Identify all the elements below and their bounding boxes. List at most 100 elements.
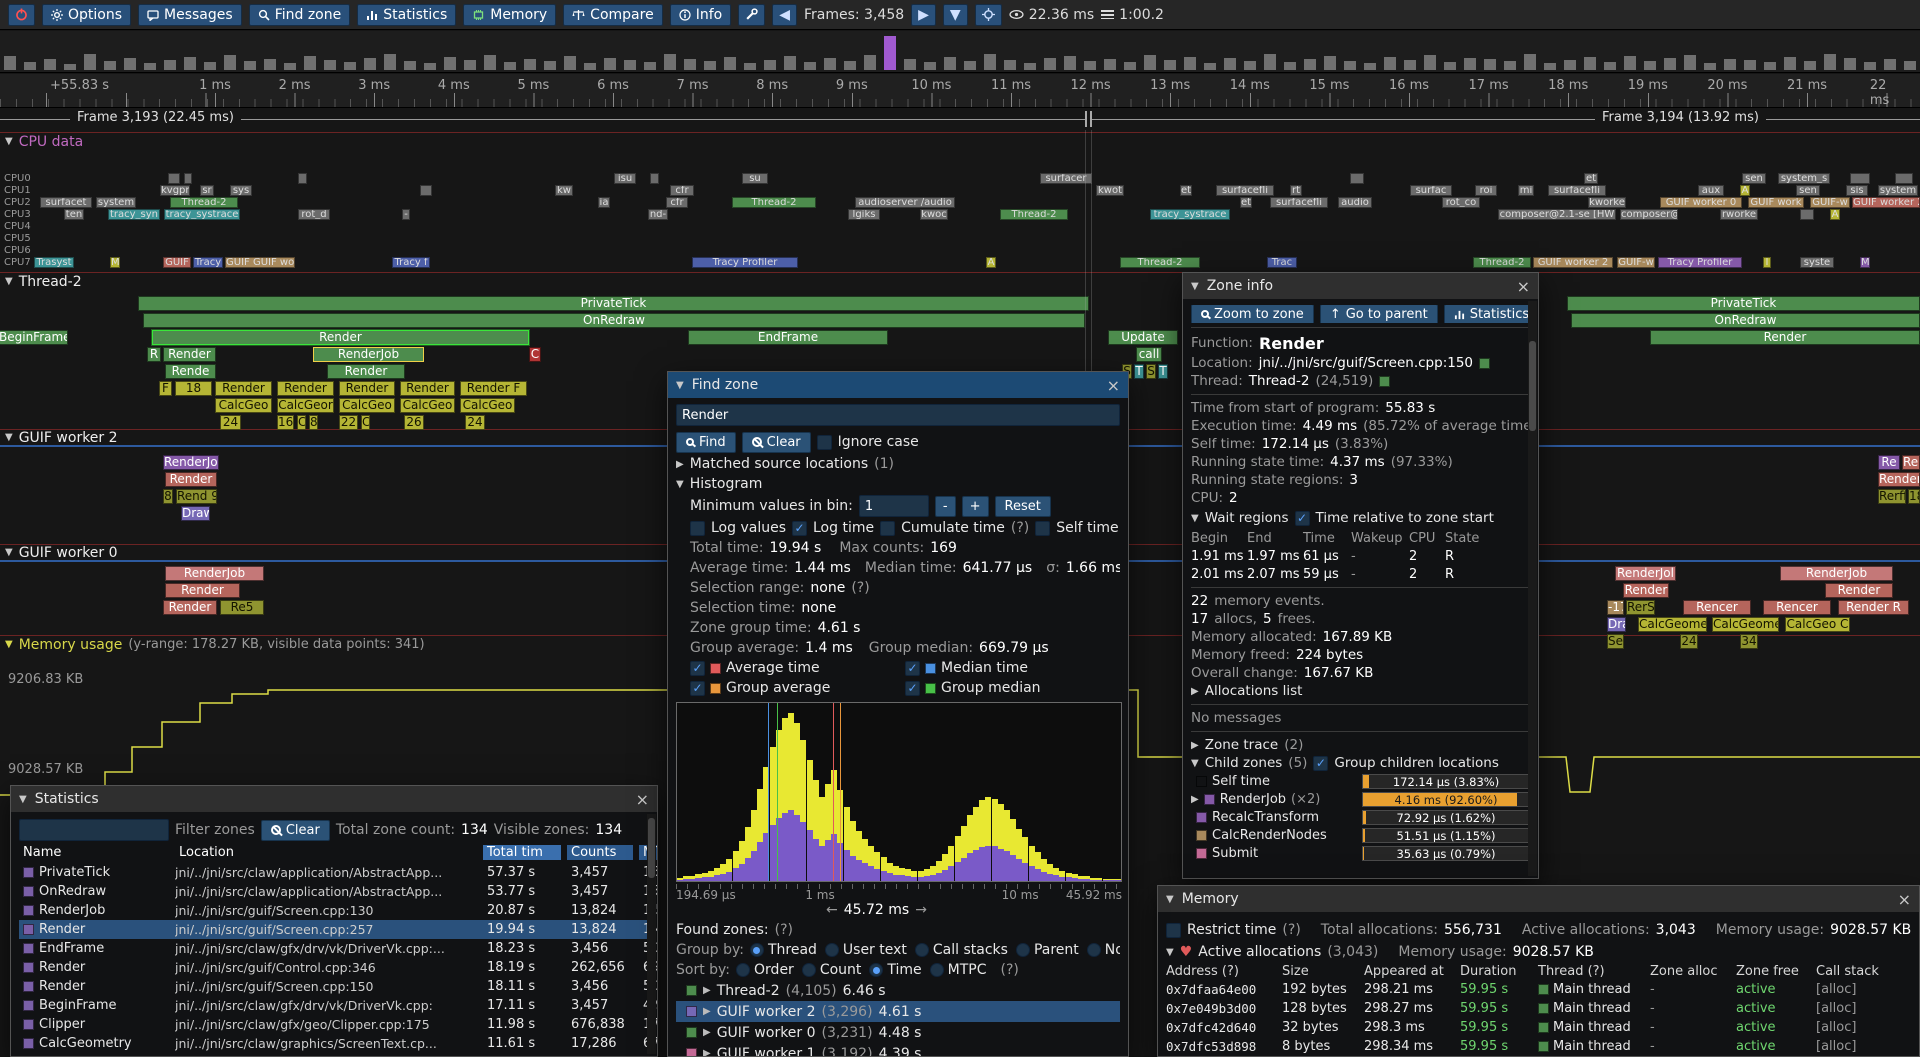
timeline-zone[interactable]: CalcGeomel bbox=[1638, 617, 1707, 632]
collapse-icon[interactable]: ▼ bbox=[676, 479, 684, 490]
expand-icon[interactable]: ▶ bbox=[1191, 794, 1199, 805]
ignore-case-checkbox[interactable] bbox=[817, 435, 832, 450]
timeline-zone[interactable]: C bbox=[529, 347, 541, 362]
legend-item[interactable]: Average time bbox=[690, 658, 905, 678]
statistics-row[interactable]: Render jni/../jni/src/guif/Screen.cpp:15… bbox=[19, 977, 649, 996]
timeline-zone[interactable]: 16 bbox=[277, 415, 294, 430]
timeline-zone[interactable]: Render bbox=[1650, 330, 1920, 345]
thread-header[interactable]: ▼Thread-2 bbox=[0, 272, 1920, 290]
found-zone-group[interactable]: ▶ GUIF worker 1 (3,192) 4.39 s bbox=[676, 1043, 1120, 1056]
clear-button[interactable]: Clear bbox=[742, 432, 811, 453]
timeline-zone[interactable]: 8 bbox=[309, 415, 318, 430]
histogram-section-row[interactable]: ▼Histogram bbox=[676, 474, 1120, 494]
expand-icon[interactable]: ▶ bbox=[676, 459, 684, 470]
collapse-icon[interactable]: ▼ bbox=[5, 136, 13, 147]
child-zone-row[interactable]: Self time 172.14 μs (3.83%) bbox=[1191, 772, 1530, 790]
allocation-row[interactable]: 0x7dfaa64e00 192 bytes 298.21 ms 59.95 s… bbox=[1166, 980, 1911, 999]
group-by-option[interactable]: Thread bbox=[750, 942, 817, 958]
memory-titlebar[interactable]: ▼ Memory × bbox=[1158, 886, 1919, 912]
group-by-option[interactable]: User text bbox=[825, 942, 907, 958]
legend-checkbox[interactable] bbox=[690, 681, 705, 696]
child-zones-row[interactable]: ▼Child zones(5) Group children locations bbox=[1191, 754, 1530, 772]
cpu-data-header[interactable]: ▼CPU data bbox=[0, 132, 1920, 150]
timeline-zone[interactable]: OnRedraw bbox=[143, 313, 1085, 328]
timeline-zone[interactable]: 8 bbox=[163, 489, 173, 504]
restrict-time-checkbox[interactable] bbox=[1166, 923, 1181, 938]
timeline-zone[interactable]: CalcGeo bbox=[400, 398, 455, 413]
column-duration[interactable]: Duration bbox=[1460, 964, 1534, 979]
timeline-zone[interactable]: Render bbox=[163, 600, 217, 615]
timeline-zone[interactable]: RenderJob bbox=[313, 347, 424, 362]
timeline-zone[interactable]: Draw bbox=[181, 506, 210, 521]
timeline-zone[interactable]: T bbox=[1158, 364, 1168, 379]
increment-button[interactable]: + bbox=[962, 496, 989, 517]
timeline-zone[interactable]: Render bbox=[215, 381, 272, 396]
log-values-checkbox[interactable] bbox=[690, 521, 705, 536]
timeline-zone[interactable]: CalcGeo bbox=[460, 398, 515, 413]
close-icon[interactable]: × bbox=[1107, 376, 1120, 395]
child-zone-row[interactable]: Submit 35.63 μs (0.79%) bbox=[1191, 844, 1530, 862]
expand-icon[interactable]: ▶ bbox=[703, 1027, 711, 1038]
sort-by-option[interactable]: MTPC bbox=[930, 962, 987, 978]
timeline-zone[interactable]: Rend bbox=[1902, 455, 1920, 470]
timeline-zone[interactable]: F bbox=[159, 381, 172, 396]
go-to-parent-button[interactable]: ↑Go to parent bbox=[1320, 305, 1438, 323]
timeline-zone[interactable]: CalcGeo bbox=[339, 398, 395, 413]
allocation-row[interactable]: 0x7dfc53d898 8 bytes 298.34 ms 59.95 s M… bbox=[1166, 1037, 1911, 1056]
allocation-row[interactable]: 0x7e049b3d00 128 bytes 298.27 ms 59.95 s… bbox=[1166, 999, 1911, 1018]
timeline-zone[interactable]: C bbox=[361, 415, 370, 430]
timeline-zone[interactable]: Re5 bbox=[220, 600, 264, 615]
wait-region-row[interactable]: 2.01 ms2.07 ms59 μs-2R bbox=[1191, 565, 1530, 583]
statistics-row[interactable]: RenderJob jni/../jni/src/guif/Screen.cpp… bbox=[19, 901, 649, 920]
column-appeared[interactable]: Appeared at bbox=[1364, 964, 1456, 979]
find-button[interactable]: Find bbox=[676, 432, 736, 453]
column-zone-free[interactable]: Zone free bbox=[1736, 964, 1812, 979]
timeline-zone[interactable]: Dra bbox=[1607, 617, 1626, 632]
statistics-row[interactable]: Clipper jni/../jni/src/claw/gfx/geo/Clip… bbox=[19, 1015, 649, 1034]
timeline-zone[interactable]: Render bbox=[400, 381, 455, 396]
statistics-row[interactable]: EndFrame jni/../jni/src/claw/gfx/drv/vk/… bbox=[19, 939, 649, 958]
timeline-zone[interactable]: Set bbox=[1607, 634, 1624, 649]
timeline-zone[interactable]: CalcGeo C bbox=[1785, 617, 1850, 632]
group-children-checkbox[interactable] bbox=[1313, 756, 1328, 771]
pan-right-icon[interactable]: → bbox=[915, 902, 927, 918]
legend-checkbox[interactable] bbox=[905, 661, 920, 676]
column-call-stack[interactable]: Call stack bbox=[1816, 964, 1906, 979]
timeline-zone[interactable]: 22 bbox=[339, 415, 358, 430]
log-time-checkbox[interactable] bbox=[792, 521, 807, 536]
zone-info-window[interactable]: ▼ Zone info × Zoom to zone ↑Go to parent… bbox=[1182, 272, 1539, 879]
zoom-to-zone-button[interactable]: Zoom to zone bbox=[1191, 305, 1314, 323]
timeline-zone[interactable]: Render bbox=[277, 381, 334, 396]
find-zone-window[interactable]: ▼ Find zone × Find Clear Ignore case ▶Ma… bbox=[667, 371, 1129, 1057]
histogram-plot[interactable] bbox=[676, 702, 1122, 882]
timeline-zone[interactable]: Rencer bbox=[1763, 600, 1831, 615]
timeline-zone[interactable]: T bbox=[1134, 364, 1144, 379]
found-zone-group[interactable]: ▶ GUIF worker 0 (3,231) 4.48 s bbox=[676, 1022, 1120, 1043]
timeline-zone[interactable]: S bbox=[1146, 364, 1156, 379]
scrollbar[interactable] bbox=[647, 814, 656, 1054]
column-address[interactable]: Address (?) bbox=[1166, 964, 1278, 979]
close-icon[interactable]: × bbox=[1517, 277, 1530, 296]
timeline-zone[interactable]: Render bbox=[1623, 583, 1669, 598]
column-location[interactable]: Location bbox=[175, 845, 477, 860]
legend-item[interactable]: Group average bbox=[690, 678, 905, 698]
column-zone-alloc[interactable]: Zone alloc bbox=[1650, 964, 1732, 979]
collapse-icon[interactable]: ▼ bbox=[5, 276, 13, 287]
column-total-time[interactable]: Total tim bbox=[483, 845, 561, 860]
timeline-zone[interactable]: Render R bbox=[1838, 600, 1909, 615]
group-by-option[interactable]: No grouping bbox=[1087, 942, 1120, 958]
expand-icon[interactable]: ▶ bbox=[703, 1048, 711, 1056]
reset-button[interactable]: Reset bbox=[995, 496, 1051, 517]
collapse-icon[interactable]: ▼ bbox=[1191, 758, 1199, 769]
group-by-option[interactable]: Parent bbox=[1016, 942, 1079, 958]
timeline-zone[interactable]: 34 bbox=[1740, 634, 1758, 649]
zone-info-titlebar[interactable]: ▼ Zone info × bbox=[1183, 273, 1538, 299]
timeline-zone[interactable]: Rerff bbox=[1878, 489, 1906, 504]
collapse-icon[interactable]: ▼ bbox=[5, 547, 13, 558]
column-thread[interactable]: Thread (?) bbox=[1538, 964, 1646, 979]
timeline-zone[interactable]: Render bbox=[1825, 583, 1893, 598]
group-by-option[interactable]: Call stacks bbox=[915, 942, 1008, 958]
timeline-zone[interactable]: EndFrame bbox=[688, 330, 888, 345]
found-zone-group[interactable]: ▶ GUIF worker 2 (3,296) 4.61 s bbox=[676, 1001, 1120, 1022]
pan-left-icon[interactable]: ← bbox=[826, 902, 838, 918]
